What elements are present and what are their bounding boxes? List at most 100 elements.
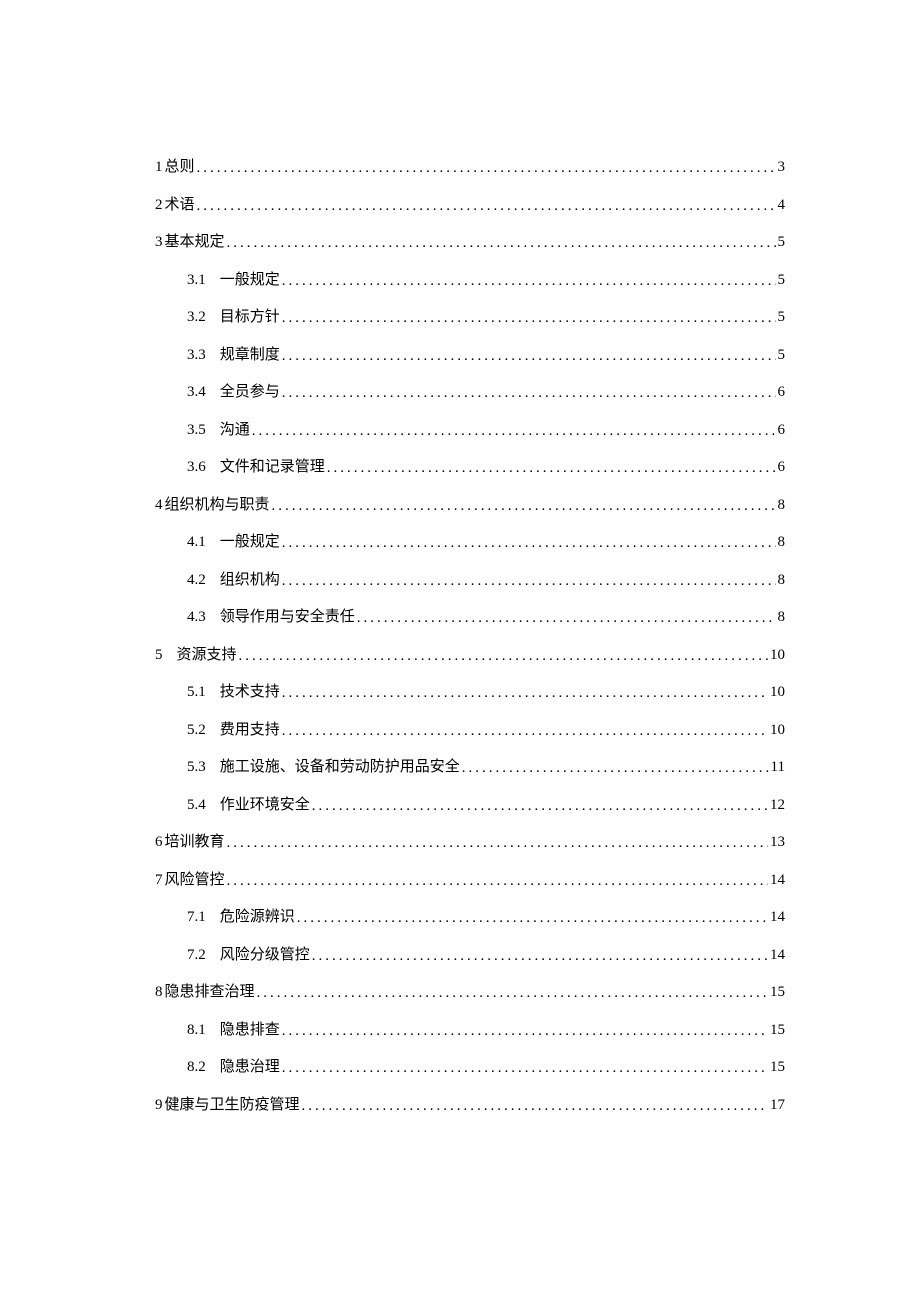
toc-entry: 5.1 技术支持 10	[155, 685, 785, 700]
toc-page-number: 11	[771, 760, 785, 775]
toc-entry: 3.4全员参与6	[155, 385, 785, 400]
toc-leader-dots	[282, 1061, 768, 1076]
toc-title: 风险管控	[165, 873, 225, 888]
toc-page-number: 15	[770, 985, 785, 1000]
toc-title: 领导作用与安全责任	[220, 610, 355, 625]
toc-leader-dots	[227, 874, 768, 889]
toc-title: 总则	[165, 160, 195, 175]
toc-title: 全员参与	[220, 385, 280, 400]
toc-page-number: 6	[778, 460, 786, 475]
toc-number: 8.1	[187, 1023, 206, 1038]
toc-page-number: 4	[778, 198, 786, 213]
toc-entry: 4.2组织机构8	[155, 573, 785, 588]
toc-title: 组织机构与职责	[165, 498, 270, 513]
toc-leader-dots	[282, 1024, 768, 1039]
toc-title: 费用支持	[220, 723, 280, 738]
toc-number: 5.1	[187, 685, 206, 700]
toc-title: 沟通	[220, 423, 250, 438]
toc-entry: 3.1一般规定5	[155, 273, 785, 288]
toc-number: 4	[155, 498, 163, 513]
toc-leader-dots	[297, 911, 768, 926]
toc-entry: 7.2风险分级管控14	[155, 948, 785, 963]
toc-page-number: 5	[778, 273, 786, 288]
toc-entry: 8.1隐患排查15	[155, 1023, 785, 1038]
toc-page-number: 8	[778, 535, 786, 550]
toc-title: 培训教育	[165, 835, 225, 850]
toc-title: 作业环境安全	[220, 798, 310, 813]
toc-number: 7.2	[187, 948, 206, 963]
toc-leader-dots	[302, 1099, 768, 1114]
toc-page: 1总则32术语43基本规定53.1一般规定53.2目标方针53.3规章制度53.…	[0, 0, 920, 1235]
toc-entry: 8隐患排查治理15	[155, 985, 785, 1000]
toc-leader-dots	[239, 649, 768, 664]
toc-page-number: 8	[778, 573, 786, 588]
toc-entry: 2术语4	[155, 198, 785, 213]
toc-entry: 7.1危险源辨识14	[155, 910, 785, 925]
toc-leader-dots	[282, 536, 776, 551]
toc-leader-dots	[282, 386, 776, 401]
toc-page-number: 5	[778, 310, 786, 325]
toc-page-number: 13	[770, 835, 785, 850]
toc-entry: 3基本规定 5	[155, 235, 785, 250]
toc-title: 技术支持	[220, 685, 280, 700]
toc-number: 5	[155, 648, 163, 663]
toc-page-number: 8	[778, 610, 786, 625]
toc-title: 健康与卫生防疫管理	[165, 1098, 300, 1113]
toc-page-number: 10	[770, 648, 785, 663]
toc-entry: 8.2 隐患治理 15	[155, 1060, 785, 1075]
toc-number: 8.2	[187, 1060, 206, 1075]
toc-number: 5.3	[187, 760, 206, 775]
toc-page-number: 14	[770, 910, 785, 925]
toc-page-number: 12	[770, 798, 785, 813]
toc-number: 9	[155, 1098, 163, 1113]
toc-leader-dots	[252, 424, 776, 439]
toc-title: 危险源辨识	[220, 910, 295, 925]
toc-page-number: 8	[778, 498, 786, 513]
toc-page-number: 6	[778, 423, 786, 438]
toc-title: 隐患治理	[220, 1060, 280, 1075]
toc-number: 4.1	[187, 535, 206, 550]
toc-number: 2	[155, 198, 163, 213]
toc-leader-dots	[462, 761, 769, 776]
toc-number: 7	[155, 873, 163, 888]
toc-title: 资源支持	[177, 648, 237, 663]
toc-entry: 9健康与卫生防疫管理 17	[155, 1098, 785, 1113]
toc-leader-dots	[312, 799, 768, 814]
toc-leader-dots	[282, 311, 776, 326]
toc-leader-dots	[272, 499, 776, 514]
toc-number: 3.2	[187, 310, 206, 325]
toc-leader-dots	[327, 461, 776, 476]
toc-number: 3	[155, 235, 163, 250]
toc-number: 3.6	[187, 460, 206, 475]
toc-number: 5.2	[187, 723, 206, 738]
toc-leader-dots	[357, 611, 776, 626]
toc-page-number: 15	[770, 1023, 785, 1038]
toc-leader-dots	[257, 986, 768, 1001]
toc-entry: 6培训教育 13	[155, 835, 785, 850]
toc-page-number: 17	[770, 1098, 785, 1113]
toc-entry: 5 资源支持 10	[155, 648, 785, 663]
toc-leader-dots	[282, 686, 768, 701]
toc-leader-dots	[282, 274, 776, 289]
toc-title: 规章制度	[220, 348, 280, 363]
toc-page-number: 5	[778, 235, 786, 250]
toc-number: 4.2	[187, 573, 206, 588]
toc-entry: 3.3规章制度5	[155, 348, 785, 363]
toc-entry: 5.3 施工设施、设备和劳动防护用品安全 11	[155, 760, 785, 775]
toc-number: 6	[155, 835, 163, 850]
toc-page-number: 15	[770, 1060, 785, 1075]
toc-number: 3.5	[187, 423, 206, 438]
toc-leader-dots	[282, 349, 776, 364]
toc-number: 5.4	[187, 798, 206, 813]
toc-title: 施工设施、设备和劳动防护用品安全	[220, 760, 460, 775]
table-of-contents: 1总则32术语43基本规定53.1一般规定53.2目标方针53.3规章制度53.…	[155, 160, 785, 1113]
toc-leader-dots	[312, 949, 768, 964]
toc-entry: 7风险管控14	[155, 873, 785, 888]
toc-entry: 4组织机构与职责 8	[155, 498, 785, 513]
toc-page-number: 10	[770, 685, 785, 700]
toc-number: 4.3	[187, 610, 206, 625]
toc-number: 3.4	[187, 385, 206, 400]
toc-entry: 5.4 作业环境安全 12	[155, 798, 785, 813]
toc-title: 基本规定	[165, 235, 225, 250]
toc-title: 一般规定	[220, 273, 280, 288]
